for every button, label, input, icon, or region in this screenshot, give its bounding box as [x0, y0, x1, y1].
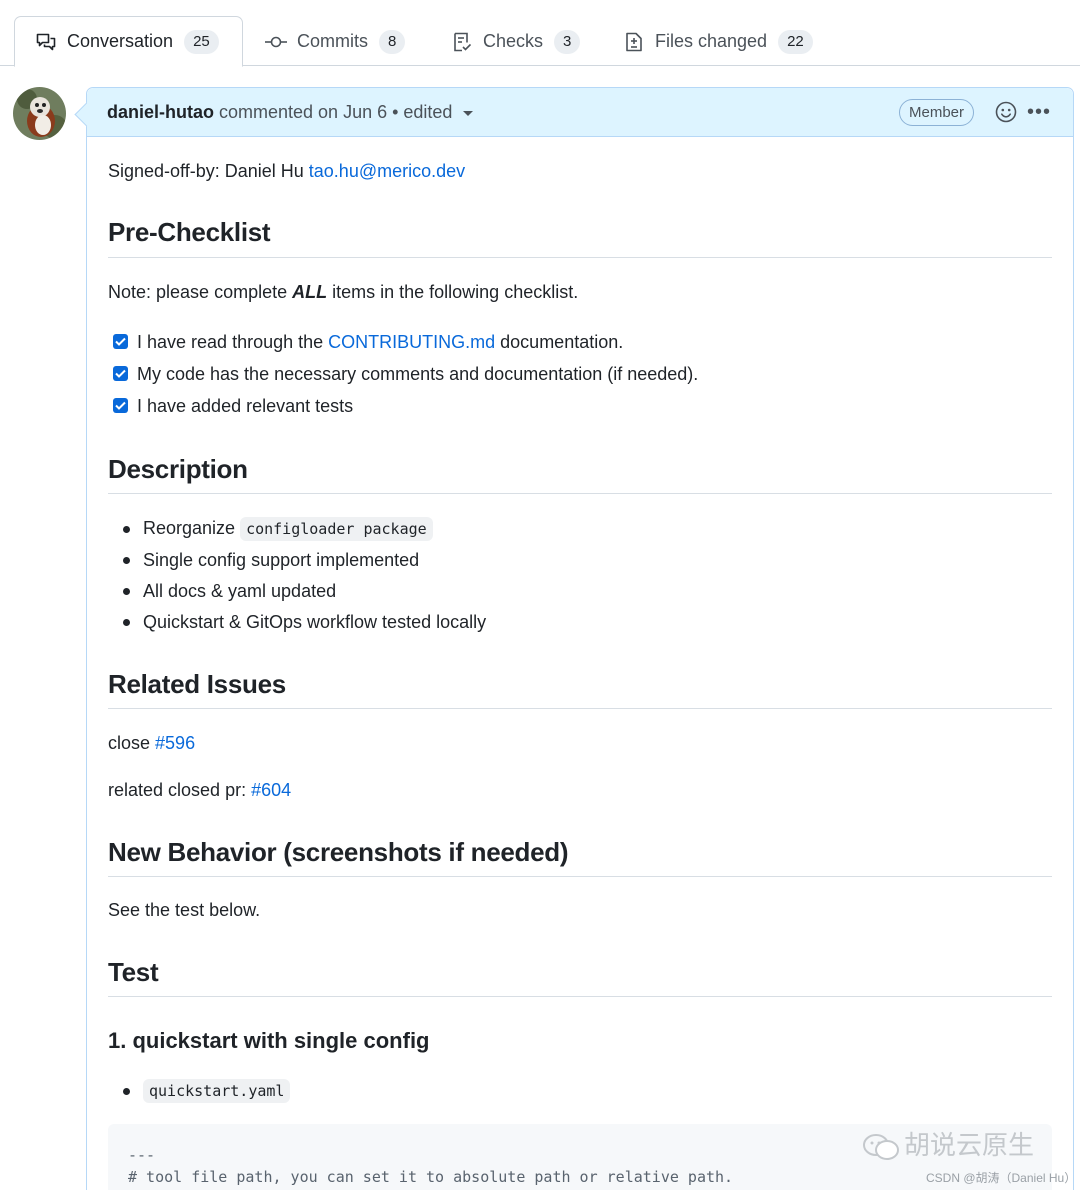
list-item: Reorganize configloader package: [143, 517, 433, 541]
list-item: All docs & yaml updated: [143, 581, 337, 601]
list-item: Quickstart & GitOps workflow tested loca…: [143, 612, 487, 632]
tab-label: Checks: [483, 31, 544, 51]
divider: [108, 876, 1052, 877]
checklist-icon: [451, 31, 473, 53]
heading-related-issues: Related Issues: [108, 669, 286, 699]
divider: [108, 708, 1052, 709]
divider: [108, 493, 1052, 494]
list-item: Single config support implemented: [143, 550, 420, 570]
heading-new-behavior: New Behavior (screenshots if needed): [108, 837, 569, 867]
checkbox-checked-icon[interactable]: [113, 366, 128, 381]
comment-meta[interactable]: commented on Jun 6 • edited: [219, 102, 452, 123]
signed-off-line: Signed-off-by: Daniel Hu tao.hu@merico.d…: [108, 161, 465, 182]
tab-checks[interactable]: Checks 3: [451, 16, 581, 67]
comment-header: daniel-hutao commented on Jun 6 • edited…: [87, 88, 1073, 137]
contributing-link[interactable]: CONTRIBUTING.md: [328, 332, 495, 352]
heading-test: Test: [108, 957, 159, 987]
pr-link[interactable]: #604: [251, 780, 291, 800]
bullet: [123, 526, 130, 533]
pr-tab-bar: Conversation 25 Commits 8 Checks 3 Files…: [0, 0, 1080, 67]
heading-quickstart: 1. quickstart with single config: [108, 1028, 430, 1053]
tab-label: Conversation: [67, 31, 174, 51]
tab-conversation[interactable]: Conversation 25: [14, 16, 243, 67]
heading-pre-checklist: Pre-Checklist: [108, 217, 271, 247]
code-line: ---: [128, 1146, 156, 1164]
close-text: close: [108, 733, 156, 753]
signed-off-text: Signed-off-by: Daniel Hu: [108, 161, 309, 181]
watermark-text: 胡说云原生: [904, 1130, 1035, 1160]
checklist-item: My code has the necessary comments and d…: [137, 364, 699, 384]
watermark: 胡说云原生: [862, 1125, 1034, 1162]
checklist-item: I have read through the CONTRIBUTING.md …: [137, 332, 623, 353]
kebab-menu-icon[interactable]: •••: [1027, 102, 1051, 122]
avatar[interactable]: [13, 87, 66, 140]
pr-comment: daniel-hutao commented on Jun 6 • edited…: [86, 87, 1074, 1190]
divider: [108, 996, 1052, 997]
git-commit-icon: [265, 31, 287, 53]
related-pr-line: related closed pr: #604: [108, 780, 291, 801]
bullet: [123, 588, 130, 595]
email-link[interactable]: tao.hu@merico.dev: [309, 161, 465, 181]
tab-label: Commits: [297, 31, 368, 51]
tab-commits[interactable]: Commits 8: [265, 16, 406, 67]
bullet: [123, 1088, 130, 1095]
tab-counter: 22: [778, 29, 813, 54]
checklist-note: Note: please complete ALL items in the f…: [108, 282, 578, 303]
tab-counter: 25: [184, 29, 219, 54]
note-text: items in the following checklist.: [327, 282, 579, 302]
comment-author-link[interactable]: daniel-hutao: [107, 102, 214, 123]
tab-label: Files changed: [655, 31, 768, 51]
new-behavior-text: See the test below.: [108, 900, 261, 920]
tab-files-changed[interactable]: Files changed 22: [623, 16, 813, 67]
watermark-credit: CSDN @胡涛（Daniel Hu）: [926, 1171, 1077, 1185]
comment-discussion-icon: [35, 31, 57, 53]
issue-link[interactable]: #596: [155, 733, 195, 753]
tab-counter: 8: [379, 29, 406, 54]
checkbox-checked-icon[interactable]: [113, 398, 128, 413]
member-badge: Member: [899, 99, 975, 126]
inline-code: quickstart.yaml: [143, 1079, 291, 1103]
note-emphasis: ALL: [292, 282, 328, 302]
tab-counter: 3: [554, 29, 581, 54]
inline-code: configloader package: [240, 517, 433, 541]
checklist-text: I have read through the: [137, 332, 329, 352]
file-diff-icon: [623, 31, 645, 53]
bullet: [123, 557, 130, 564]
checkbox-checked-icon[interactable]: [113, 334, 128, 349]
smiley-icon[interactable]: [995, 101, 1017, 128]
list-item-text: Reorganize: [143, 518, 241, 538]
bullet: [123, 619, 130, 626]
chevron-down-icon[interactable]: [463, 111, 474, 116]
divider: [108, 257, 1052, 258]
note-text: Note: please complete: [108, 282, 293, 302]
close-line: close #596: [108, 733, 195, 754]
list-item: quickstart.yaml: [143, 1079, 291, 1103]
checklist-item: I have added relevant tests: [137, 396, 354, 416]
heading-description: Description: [108, 454, 248, 484]
code-line: # tool file path, you can set it to abso…: [128, 1168, 734, 1186]
checklist-text: documentation.: [495, 332, 624, 352]
related-pr-text: related closed pr:: [108, 780, 252, 800]
